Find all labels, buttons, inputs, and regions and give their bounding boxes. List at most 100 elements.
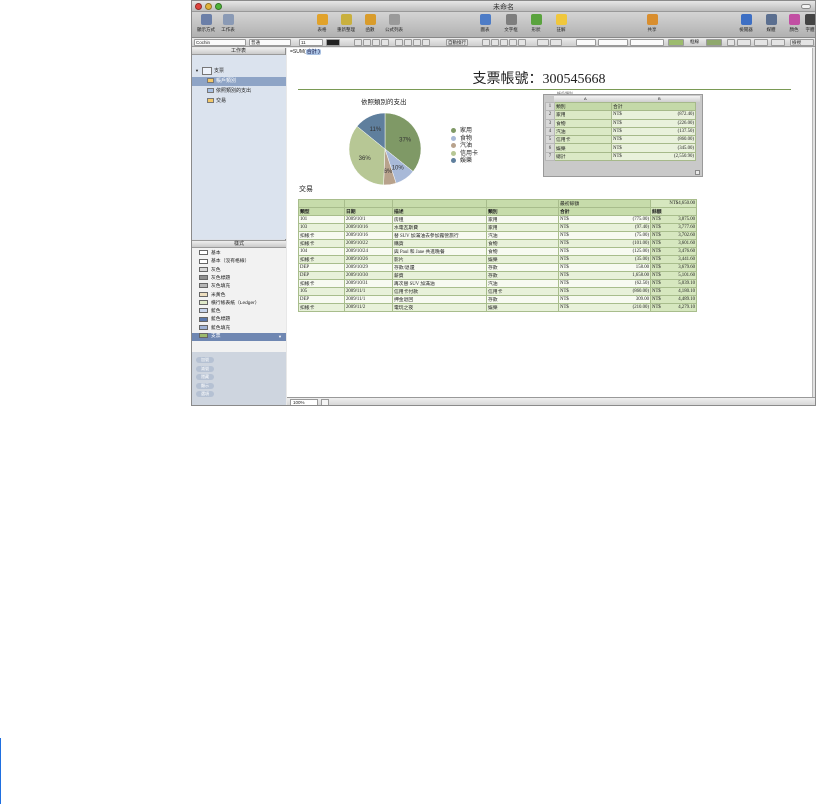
transaction-cell[interactable]: 2009/11/1 (344, 295, 393, 304)
style-item[interactable]: 灰色 (192, 266, 286, 275)
formula-token[interactable]: 合計 ) (305, 49, 321, 55)
row-number[interactable]: 4 (545, 126, 555, 137)
transaction-cell[interactable]: 食物 (486, 239, 559, 248)
transaction-amount-cell[interactable]: NT$ 1,658.00 (558, 271, 651, 280)
transaction-amount-cell[interactable]: NT$ (775.00) (558, 215, 651, 224)
transaction-amount-cell[interactable]: NT$ (62.50) (558, 279, 651, 288)
expense-pie-chart[interactable]: 37% 10%6% 36% 11% (345, 109, 425, 189)
column-header[interactable]: 合計 (558, 207, 651, 216)
border-preview[interactable] (706, 39, 722, 46)
formula-bar[interactable]: =SUM(合計 ) (287, 48, 321, 56)
summary-total-cell[interactable]: NT$ (345.00) (611, 143, 696, 153)
transaction-balance-cell[interactable]: NT$ 3,679.60 (650, 263, 697, 272)
transaction-cell[interactable]: 2009/10/31 (344, 279, 393, 288)
transaction-cell[interactable]: 2009/11/2 (344, 303, 393, 312)
toolbar-inspector-button[interactable]: 檢閱器 (735, 14, 757, 33)
transaction-balance-cell[interactable]: NT$ 5,101.60 (650, 271, 697, 280)
style-item[interactable]: 橫行帳表紙（Ledger） (192, 300, 286, 308)
toolbar-function-button[interactable]: 函數 (357, 14, 383, 33)
decimal-decrease-button[interactable] (550, 39, 562, 46)
fill-color-well[interactable] (668, 39, 684, 46)
pie-legend[interactable]: 家用 食物 汽油 信用卡 娛樂 (451, 128, 478, 166)
transaction-cell[interactable]: 2009/10/24 (344, 247, 393, 256)
column-header[interactable]: 類型 (298, 207, 345, 216)
transaction-cell[interactable]: 2009/10/16 (344, 223, 393, 232)
valign-top-button[interactable] (395, 39, 403, 46)
transaction-balance-cell[interactable]: NT$ 3,702.60 (650, 231, 697, 240)
transactions-caption[interactable]: 交易 (299, 184, 313, 194)
summary-category-cell[interactable]: 信用卡 (554, 135, 612, 145)
transaction-cell[interactable]: 2009/11/1 (344, 287, 393, 296)
sidebar-action-button[interactable]: 隱藏 (196, 374, 214, 381)
transaction-cell[interactable]: 食物 (486, 247, 559, 256)
transaction-cell[interactable]: DEP (298, 295, 345, 304)
transaction-balance-cell[interactable]: NT$ 3,875.00 (650, 215, 697, 224)
transaction-cell[interactable]: 2009/10/30 (344, 271, 393, 280)
row-number[interactable]: 3 (545, 118, 555, 128)
style-item[interactable]: 支票 ▼ (192, 333, 286, 341)
column-header[interactable]: 日期 (344, 207, 393, 216)
column-letter-b[interactable]: B (658, 96, 661, 101)
legend-entry[interactable]: 汽油 (451, 143, 478, 151)
legend-entry[interactable]: 娛樂 (451, 158, 478, 166)
border-weight-select[interactable] (598, 39, 628, 46)
summary-category-cell[interactable]: 總計 (554, 151, 612, 162)
summary-header-cell[interactable]: 合計 (611, 101, 696, 112)
transaction-balance-cell[interactable]: NT$ 3,777.60 (650, 223, 697, 232)
transaction-balance-cell[interactable]: NT$ 4,180.10 (650, 287, 697, 296)
transaction-amount-cell[interactable]: NT$ (101.00) (558, 239, 651, 248)
style-item[interactable]: 基本（沒有格線） (192, 258, 286, 266)
toolbar-reorganize-button[interactable]: 重新整理 (333, 14, 359, 33)
valign-fill-button[interactable] (422, 39, 430, 46)
transaction-cell[interactable]: 105 (298, 287, 345, 296)
transaction-cell[interactable]: 娛樂 (486, 303, 559, 312)
border-color-select[interactable] (630, 39, 664, 46)
toolbar-textbox-button[interactable]: 文字框 (498, 14, 524, 33)
page-view-button[interactable] (321, 399, 329, 405)
style-item[interactable]: 米黃色 (192, 291, 286, 300)
summary-table[interactable]: 1 類別 合計 2 家用 NT$ (872.40) 3 食物 NT$ (226.00) 4 汽油 NT$(… (545, 101, 696, 162)
toolbar-media-button[interactable]: 媒體 (760, 14, 782, 33)
summary-total-cell[interactable]: NT$ (226.00) (611, 118, 696, 128)
number-format-button[interactable] (482, 39, 490, 46)
summary-total-cell[interactable]: NT$ (2,550.90) (611, 151, 696, 162)
checkbox-format-button[interactable] (509, 39, 517, 46)
transaction-cell[interactable]: 存款/退還 (392, 263, 487, 272)
transaction-cell[interactable]: 扣帳卡 (298, 231, 345, 240)
transaction-cell[interactable]: DEP (298, 263, 345, 272)
sidebar-action-button[interactable]: 選項 (196, 391, 214, 398)
table-resize-handle[interactable] (695, 170, 700, 175)
align-right-button[interactable] (372, 39, 380, 46)
transaction-amount-cell[interactable]: NT$ 309.00 (558, 295, 651, 304)
transaction-cell[interactable]: DEP (298, 271, 345, 280)
transaction-cell[interactable]: 扣帳卡 (298, 239, 345, 248)
transaction-cell[interactable]: 扣帳卡 (298, 255, 345, 264)
pie-chart-title[interactable]: 依照類別的支出 (361, 96, 407, 106)
row-number[interactable]: 1 (545, 101, 555, 112)
summary-total-cell[interactable]: NT$ (872.40) (611, 110, 696, 120)
transaction-balance-cell[interactable]: NT$ 3,601.60 (650, 239, 697, 248)
align-left-button[interactable] (354, 39, 362, 46)
transaction-amount-cell[interactable]: NT$ (125.00) (558, 247, 651, 256)
transaction-cell[interactable]: 104 (298, 247, 345, 256)
summary-header-cell[interactable]: 類別 (554, 101, 612, 112)
transaction-amount-cell[interactable]: NT$ (860.00) (558, 287, 651, 296)
transaction-cell[interactable]: 薪資 (392, 271, 487, 280)
disclosure-triangle-icon[interactable]: ▼ (195, 68, 199, 73)
wrap-text-checkbox[interactable]: 自動換行 (446, 39, 468, 46)
transaction-cell[interactable]: 2009/10/29 (344, 263, 393, 272)
transaction-cell[interactable]: 101 (298, 215, 345, 224)
transaction-amount-cell[interactable]: NT$ (97.40) (558, 223, 651, 232)
toolbar-chart-button[interactable]: 圖表 (472, 14, 498, 33)
transaction-cell[interactable]: 汽油 (486, 231, 559, 240)
column-letter-a[interactable]: A (584, 96, 587, 101)
transactions-table[interactable]: 最初餘額 NT$4,650.00 類型 日期 描述 類別 合計 餘額 101 2009/10/1 房… (298, 199, 697, 312)
transaction-cell[interactable]: 與 Paul 和 Jane 共進晚餐 (392, 247, 487, 256)
transaction-cell[interactable]: 扣帳卡 (298, 279, 345, 288)
transaction-cell[interactable]: 房租 (392, 215, 487, 224)
percent-format-button[interactable] (500, 39, 508, 46)
legend-entry[interactable]: 家用 (451, 128, 478, 136)
text-color-well[interactable] (326, 39, 340, 46)
toolbar-sheet-button[interactable]: 工作表 (215, 14, 241, 33)
summary-category-cell[interactable]: 娛樂 (554, 143, 612, 153)
